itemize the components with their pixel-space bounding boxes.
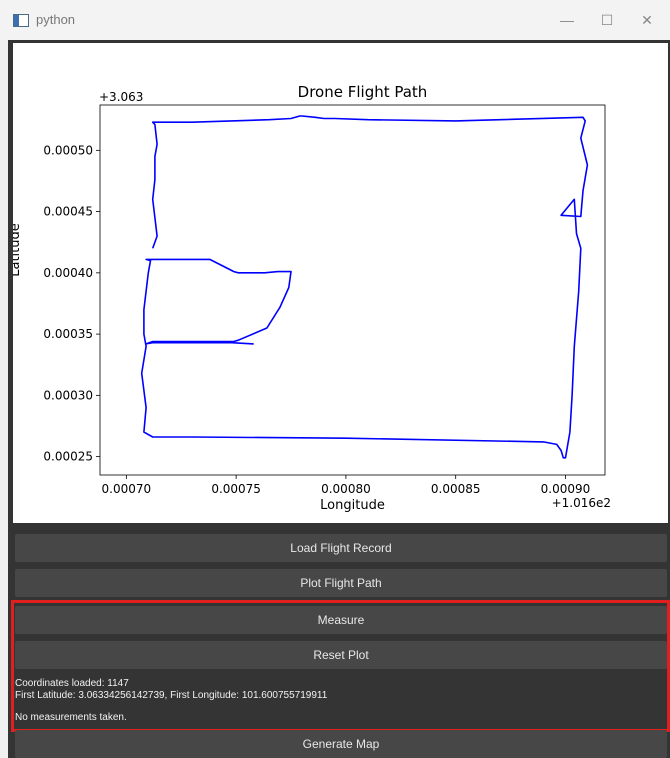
y-tick-label: 0.00045 <box>43 205 93 219</box>
x-axis-ticks: 0.00070 0.00075 0.00080 0.00085 0.00090 <box>102 475 591 496</box>
window-titlebar: python — ☐ ✕ <box>0 0 670 40</box>
flight-path-chart: Drone Flight Path +3.063 +1.016e2 Longit… <box>8 83 611 513</box>
python-window-icon <box>13 14 29 27</box>
first-coordinate-text: First Latitude: 3.06334256142739, First … <box>15 690 328 701</box>
close-button[interactable]: ✕ <box>635 10 659 30</box>
minimize-button[interactable]: — <box>555 10 579 30</box>
flight-path-line <box>140 115 589 459</box>
series-group <box>140 115 589 459</box>
window-title: python <box>36 12 76 27</box>
x-tick-label: 0.00070 <box>102 482 152 496</box>
y-axis-ticks: 0.00025 0.00030 0.00035 0.00040 0.00045 0.000… <box>43 143 100 464</box>
x-tick-label: 0.00075 <box>211 482 261 496</box>
y-tick-label: 0.00035 <box>43 327 93 341</box>
plot-flight-path-button[interactable]: Plot Flight Path <box>15 569 667 597</box>
chart-title: Drone Flight Path <box>298 83 428 101</box>
generate-map-button[interactable]: Generate Map <box>15 730 667 758</box>
coordinates-loaded-text: Coordinates loaded: 1147 <box>15 678 129 689</box>
y-axis-label: Latitude <box>13 223 23 277</box>
y-offset-label: +3.063 <box>99 90 143 104</box>
x-offset-label: +1.016e2 <box>552 496 611 510</box>
y-tick-label: 0.00025 <box>43 450 93 464</box>
x-tick-label: 0.00090 <box>541 482 591 496</box>
x-axis-label: Longitude <box>320 498 385 513</box>
measurement-status-text: No measurements taken. <box>15 712 127 723</box>
y-tick-label: 0.00040 <box>43 266 93 280</box>
reset-plot-button[interactable]: Reset Plot <box>15 641 667 669</box>
x-tick-label: 0.00085 <box>431 482 481 496</box>
maximize-button[interactable]: ☐ <box>595 10 619 30</box>
load-flight-record-button[interactable]: Load Flight Record <box>15 534 667 562</box>
x-tick-label: 0.00080 <box>321 482 371 496</box>
plot-canvas[interactable]: Drone Flight Path +3.063 +1.016e2 Longit… <box>8 43 668 523</box>
plot-axes-frame <box>99 104 606 476</box>
measure-button[interactable]: Measure <box>15 606 667 634</box>
y-tick-label: 0.00030 <box>43 388 93 402</box>
y-tick-label: 0.00050 <box>43 143 93 157</box>
